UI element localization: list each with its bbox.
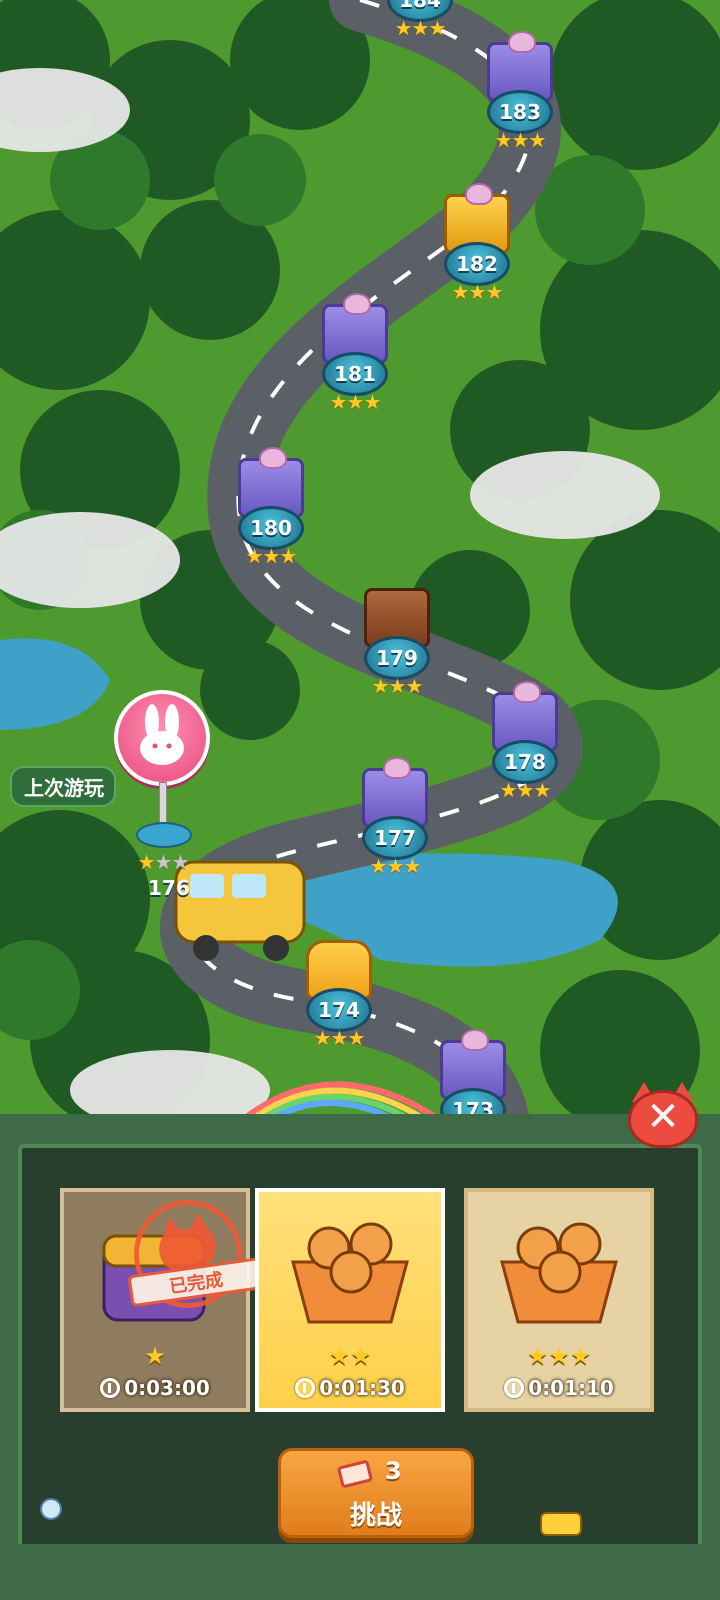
star-icon: ★ (329, 390, 348, 414)
level-stars: ★★★ (294, 1026, 384, 1050)
level-stars: ★★★ (310, 390, 400, 414)
last-played-label: 上次游玩 (10, 766, 116, 807)
star-icon: ★ (403, 854, 421, 878)
level-number: 182 (456, 252, 498, 276)
star-icon: ★ (526, 1342, 549, 1370)
squirrel-basket-icon (259, 1192, 441, 1338)
level-number: 176 (148, 876, 190, 900)
card-stars: ★ (64, 1342, 246, 1370)
level-detail-panel: 已完成 ★ 0:03:00 ★★ 0:01:30 ★★★ 0:01:10 3 挑… (0, 1114, 720, 1600)
star-icon: ★ (411, 16, 430, 40)
signpost-icon (40, 1498, 62, 1520)
level-node[interactable]: 178 ★★★ (480, 681, 570, 812)
close-icon: ✕ (646, 1094, 680, 1140)
level-number: 174 (318, 998, 360, 1022)
rabbit-icon (114, 690, 210, 786)
level-number: 178 (504, 750, 546, 774)
star-icon: ★ (511, 128, 530, 152)
bus-icon (540, 1512, 582, 1536)
clock-icon (100, 1378, 121, 1398)
level-number: 181 (334, 362, 376, 386)
card-stars: ★★★ (468, 1342, 650, 1370)
star-icon: ★ (494, 128, 513, 152)
level-stars: ★★★ (226, 544, 316, 568)
level-number: 183 (499, 100, 541, 124)
level-number: 177 (374, 826, 416, 850)
level-node[interactable]: 174 ★★★ (294, 940, 384, 1060)
star-icon: ★ (330, 1026, 349, 1050)
star-icon: ★ (394, 16, 413, 40)
star-icon: ★ (405, 674, 423, 698)
star-icon: ★ (499, 778, 518, 802)
level-node[interactable]: 180 ★★★ (226, 447, 316, 578)
star-icon: ★ (468, 280, 487, 304)
card-stars: ★★ (259, 1342, 441, 1370)
star-icon: ★ (313, 1026, 332, 1050)
level-number: 180 (250, 516, 292, 540)
level-node[interactable]: 179 ★★★ (352, 588, 442, 708)
level-stars: ★★★ (480, 778, 570, 802)
star-icon: ★ (245, 544, 264, 568)
level-number: 184 (399, 0, 441, 12)
level-stars: ★★★ (352, 674, 442, 698)
star-icon: ★ (428, 16, 446, 40)
star-icon: ★ (144, 1342, 166, 1370)
star-icon: ★ (548, 1342, 570, 1370)
star-icon: ★ (279, 544, 297, 568)
star-icon: ★ (569, 1342, 592, 1370)
challenge-label: 挑战 (349, 1501, 402, 1531)
star-icon: ★ (363, 390, 381, 414)
star-icon: ★ (528, 128, 546, 152)
difficulty-card-1[interactable]: 已完成 ★ 0:03:00 (60, 1188, 265, 1412)
clock-icon (295, 1378, 316, 1398)
star-icon: ★ (388, 674, 407, 698)
level-node[interactable]: 184 ★★★ (375, 0, 465, 50)
level-node[interactable]: 182 ★★★ (432, 183, 522, 314)
star-icon: ★ (346, 390, 365, 414)
level-stars: ★★★ (375, 16, 465, 40)
level-stars: ★★★ (475, 128, 565, 152)
current-level-pin[interactable] (112, 690, 212, 870)
ticket-count: 3 (385, 1457, 402, 1485)
star-icon: ★ (350, 1342, 372, 1370)
star-icon: ★ (516, 778, 535, 802)
completed-stamp: 已完成 (127, 1193, 265, 1315)
level-node[interactable]: 183 ★★★ (475, 31, 565, 162)
star-icon: ★ (347, 1026, 365, 1050)
time-limit: 0:01:30 (319, 1376, 405, 1400)
level-node[interactable]: 177 ★★★ (350, 757, 440, 888)
star-icon: ★ (533, 778, 551, 802)
time-limit: 0:03:00 (124, 1376, 210, 1400)
close-button[interactable]: ✕ (628, 1082, 698, 1148)
ticket-icon (336, 1459, 374, 1489)
challenge-button[interactable]: 3 挑战 (278, 1448, 474, 1538)
level-number: 179 (376, 646, 418, 670)
star-icon: ★ (451, 280, 470, 304)
star-icon: ★ (262, 544, 281, 568)
time-limit: 0:01:10 (528, 1376, 614, 1400)
star-icon: ★ (386, 854, 405, 878)
difficulty-card-3[interactable]: ★★★ 0:01:10 (464, 1188, 654, 1412)
clock-icon (504, 1378, 525, 1398)
star-icon: ★ (371, 674, 390, 698)
star-icon: ★ (369, 854, 388, 878)
level-node[interactable]: 181 ★★★ (310, 293, 400, 424)
level-stars: ★★★ (432, 280, 522, 304)
chalkboard: 已完成 ★ 0:03:00 ★★ 0:01:30 ★★★ 0:01:10 3 挑… (18, 1144, 702, 1590)
star-icon: ★ (485, 280, 503, 304)
difficulty-card-2[interactable]: ★★ 0:01:30 (255, 1188, 445, 1412)
squirrel-basket-icon (468, 1192, 650, 1338)
level-map[interactable]: 184 ★★★ 183 ★★★ 182 ★★★ 181 ★★★ 180 ★★★ … (0, 0, 720, 1140)
level-stars: ★★★ (350, 854, 440, 878)
star-icon: ★ (328, 1342, 350, 1370)
